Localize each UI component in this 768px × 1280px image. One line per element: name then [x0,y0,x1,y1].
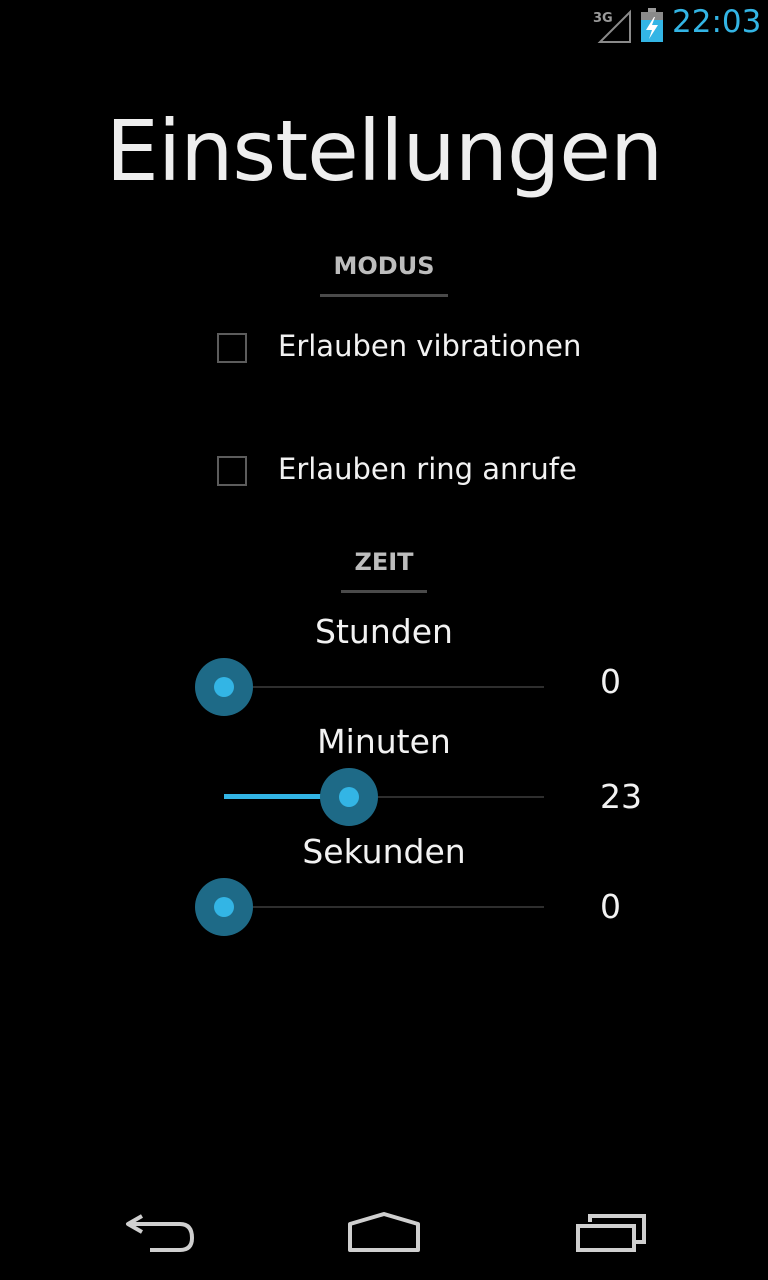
back-icon[interactable] [120,1202,200,1262]
minutes-value: 23 [600,777,642,816]
ring-calls-label[interactable]: Erlauben ring anrufe [278,452,577,486]
section-header-modus: MODUS [333,252,435,280]
vibrations-checkbox[interactable] [217,333,247,363]
network-type-label: 3G [593,11,613,26]
vibrations-label[interactable]: Erlauben vibrationen [278,329,581,363]
navigation-bar [0,1184,768,1280]
section-divider-zeit [341,590,427,593]
hours-slider[interactable] [195,658,546,716]
hours-slider-track[interactable] [224,686,544,688]
home-icon[interactable] [344,1202,424,1262]
section-header-zeit: ZEIT [354,548,414,576]
minutes-label: Minuten [317,722,451,761]
minutes-slider[interactable] [196,768,546,826]
seconds-label: Sekunden [302,832,466,871]
recent-apps-icon[interactable] [572,1202,652,1262]
seconds-slider-thumb[interactable] [195,878,253,936]
hours-label: Stunden [315,612,453,651]
minutes-slider-thumb[interactable] [319,768,378,826]
seconds-value: 0 [600,887,621,926]
ring-calls-checkbox[interactable] [217,456,247,486]
seconds-slider[interactable] [195,878,546,936]
signal-3g-icon: 3G [593,9,631,43]
status-bar: 3G 22:03 [0,0,768,50]
status-clock: 22:03 [672,4,762,40]
page-title: Einstellungen [105,102,663,200]
hours-slider-thumb[interactable] [195,658,253,716]
hours-value: 0 [600,662,621,701]
section-divider-modus [320,294,448,297]
battery-charging-icon [641,8,663,42]
seconds-slider-track[interactable] [224,906,544,908]
